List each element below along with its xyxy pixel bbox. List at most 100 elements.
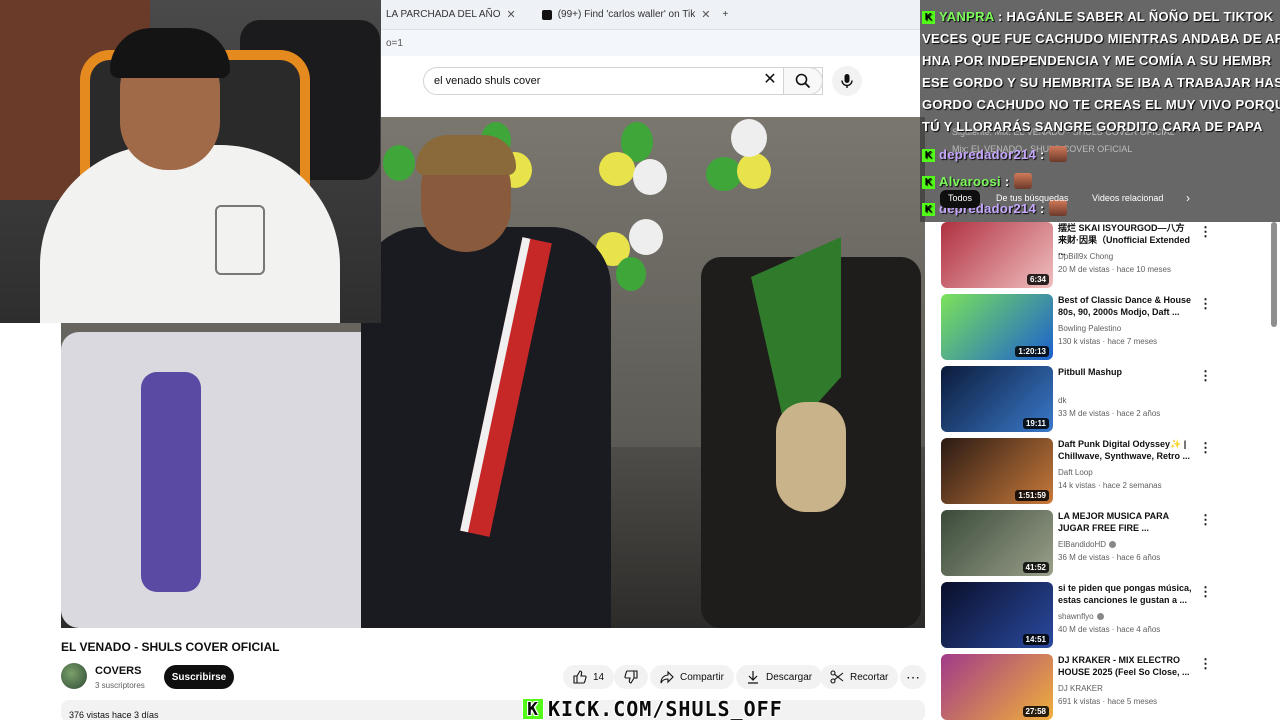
more-options-icon[interactable]: ⋮ bbox=[1199, 296, 1212, 312]
share-button[interactable]: Compartir bbox=[650, 665, 734, 689]
kick-badge-icon: K bbox=[922, 11, 935, 24]
address-bar[interactable]: o=1 bbox=[380, 30, 920, 56]
recommendation-meta: 691 k vistas · hace 5 meses bbox=[1058, 697, 1158, 706]
voice-search-button[interactable] bbox=[832, 66, 862, 96]
recommendation-channel[interactable]: shawnflyo bbox=[1058, 612, 1104, 621]
kick-logo-icon: K bbox=[522, 698, 544, 720]
recommendation-title[interactable]: LA MEJOR MUSICA PARA JUGAR FREE FIRE ... bbox=[1058, 510, 1193, 534]
balloon-decoration bbox=[629, 219, 663, 255]
recommendation-channel[interactable]: Bowling Palestino bbox=[1058, 324, 1121, 333]
duration-badge: 6:34 bbox=[1026, 274, 1049, 285]
chat-username: Alvaroosi bbox=[939, 174, 1001, 189]
recommendation-title[interactable]: DJ KRAKER - MIX ELECTRO HOUSE 2025 (Feel… bbox=[1058, 654, 1193, 678]
recommendation-item[interactable]: 19:11 Pitbull Mashup dk 33 M de vistas · ha… bbox=[941, 366, 1241, 432]
balloon-decoration bbox=[599, 152, 635, 186]
kick-watermark: K KICK.COM/SHULS_OFF bbox=[522, 697, 832, 720]
filter-chip-searches[interactable]: De tus búsquedas bbox=[988, 190, 1077, 208]
share-label: Compartir bbox=[680, 671, 724, 683]
chat-username: YANPRA bbox=[939, 9, 995, 24]
browser-tab[interactable]: LA PARCHADA DEL AÑO ✕ bbox=[380, 0, 522, 30]
recommendation-item[interactable]: 1:20:13 Best of Classic Dance & House 80s… bbox=[941, 294, 1241, 360]
balloon-decoration bbox=[737, 153, 771, 189]
recommendation-item[interactable]: 14:51 si te piden que pongas música, esta… bbox=[941, 582, 1241, 648]
video-title: EL VENADO - SHULS COVER OFICIAL bbox=[61, 640, 280, 654]
video-thumbnail[interactable]: 19:11 bbox=[941, 366, 1053, 432]
more-actions-button[interactable]: ⋯ bbox=[900, 665, 926, 689]
clip-button[interactable]: Recortar bbox=[820, 665, 899, 689]
share-icon bbox=[660, 670, 674, 684]
chat-message: HNA POR INDEPENDENCIA Y ME COMÍA A SU HE… bbox=[922, 53, 1271, 68]
filter-chip-related[interactable]: Videos relacionad bbox=[1084, 190, 1171, 208]
video-thumbnail[interactable]: 1:51:59 bbox=[941, 438, 1053, 504]
scrollbar[interactable] bbox=[1271, 222, 1277, 327]
more-options-icon[interactable]: ⋮ bbox=[1199, 440, 1212, 456]
download-label: Descargar bbox=[766, 671, 813, 683]
plush-toy bbox=[776, 402, 846, 512]
recommendation-title[interactable]: si te piden que pongas música, estas can… bbox=[1058, 582, 1193, 606]
emote-icon bbox=[1048, 146, 1067, 162]
filter-chip-all[interactable]: Todos bbox=[940, 190, 981, 208]
recommendation-channel[interactable]: DpBill9x Chong bbox=[1058, 252, 1113, 261]
recommendation-channel[interactable]: Daft Loop bbox=[1058, 468, 1093, 477]
video-thumbnail[interactable]: 41:52 bbox=[941, 510, 1053, 576]
streamer-body bbox=[40, 145, 340, 323]
search-button[interactable] bbox=[783, 67, 823, 95]
recommendation-channel[interactable]: dk bbox=[1058, 396, 1066, 405]
recommendation-item[interactable]: 41:52 LA MEJOR MUSICA PARA JUGAR FREE FIR… bbox=[941, 510, 1241, 576]
channel-name: ElBandidoHD bbox=[1058, 540, 1107, 549]
like-count: 14 bbox=[593, 671, 605, 683]
more-options-icon[interactable]: ⋮ bbox=[1199, 368, 1212, 384]
streamer-webcam bbox=[0, 0, 381, 323]
thumbs-up-icon bbox=[573, 670, 587, 684]
channel-name[interactable]: COVERS bbox=[95, 665, 141, 677]
recommendation-item[interactable]: 6:34 摆烂 SKAI ISYOURGOD—八方来财·因果（Unofficial… bbox=[941, 222, 1241, 288]
emote-icon bbox=[1013, 173, 1032, 189]
verified-icon bbox=[1096, 613, 1104, 620]
recommendation-channel[interactable]: ElBandidoHD bbox=[1058, 540, 1117, 549]
search-icon bbox=[795, 73, 811, 89]
streamer-hair bbox=[110, 28, 230, 78]
browser-tab-bar: LA PARCHADA DEL AÑO ✕ (99+) Find 'carlos… bbox=[380, 0, 920, 30]
dislike-button[interactable] bbox=[614, 665, 648, 689]
tab-title: (99+) Find 'carlos waller' on Tik bbox=[557, 9, 696, 20]
video-thumbnail[interactable]: 14:51 bbox=[941, 582, 1053, 648]
recommendation-title[interactable]: Daft Punk Digital Odyssey✨ | Chillwave, … bbox=[1058, 438, 1193, 462]
download-icon bbox=[748, 671, 758, 684]
channel-name: shawnflyo bbox=[1058, 612, 1094, 621]
recommendation-item[interactable]: 1:51:59 Daft Punk Digital Odyssey✨ | Chil… bbox=[941, 438, 1241, 504]
kick-badge-icon: K bbox=[922, 176, 935, 189]
recommendation-meta: 40 M de vistas · hace 4 años bbox=[1058, 625, 1161, 634]
browser-tab[interactable]: (99+) Find 'carlos waller' on Tik ✕ bbox=[536, 0, 717, 30]
chat-message: VECES QUE FUE CACHUDO MIENTRAS ANDABA DE… bbox=[922, 31, 1280, 46]
chat-text: TÚ Y LLORARÁS SANGRE GORDITO CARA DE PAP… bbox=[922, 119, 1263, 134]
more-options-icon[interactable]: ⋮ bbox=[1199, 656, 1212, 672]
more-options-icon[interactable]: ⋮ bbox=[1199, 512, 1212, 528]
search-query: el venado shuls cover bbox=[434, 75, 541, 87]
close-icon[interactable]: ✕ bbox=[701, 8, 710, 21]
chat-text: GORDO CACHUDO NO TE CREAS EL MUY VIVO PO… bbox=[922, 97, 1280, 112]
close-icon[interactable]: ✕ bbox=[507, 8, 516, 21]
subscriber-count: 3 suscriptores bbox=[95, 681, 145, 690]
dancer-hair bbox=[416, 135, 516, 175]
recommendation-channel[interactable]: DJ KRAKER bbox=[1058, 684, 1103, 693]
new-tab-button[interactable]: + bbox=[716, 0, 734, 30]
video-thumbnail[interactable]: 6:34 bbox=[941, 222, 1053, 288]
more-options-icon[interactable]: ⋮ bbox=[1199, 584, 1212, 600]
avatar[interactable] bbox=[61, 663, 87, 689]
like-button[interactable]: 14 bbox=[563, 665, 615, 689]
chevron-right-icon[interactable]: › bbox=[1182, 190, 1194, 208]
video-thumbnail[interactable]: 27:58 bbox=[941, 654, 1053, 720]
download-button[interactable]: Descargar bbox=[736, 665, 823, 689]
recommendation-title[interactable]: Pitbull Mashup bbox=[1058, 366, 1193, 378]
more-options-icon[interactable]: ⋮ bbox=[1199, 224, 1212, 240]
duration-badge: 1:51:59 bbox=[1015, 490, 1049, 501]
subscribe-button[interactable]: Suscribirse bbox=[164, 665, 234, 689]
clear-icon[interactable]: ✕ bbox=[760, 70, 780, 90]
video-thumbnail[interactable]: 1:20:13 bbox=[941, 294, 1053, 360]
more-icon: ⋯ bbox=[906, 668, 920, 685]
recommendation-title[interactable]: Best of Classic Dance & House 80s, 90, 2… bbox=[1058, 294, 1193, 318]
gaming-chair bbox=[61, 332, 391, 628]
recommendation-item[interactable]: 27:58 DJ KRAKER - MIX ELECTRO HOUSE 2025 … bbox=[941, 654, 1241, 720]
kick-badge-icon: K bbox=[922, 149, 935, 162]
chat-text: ESE GORDO Y SU HEMBRITA SE IBA A TRABAJA… bbox=[922, 75, 1280, 90]
